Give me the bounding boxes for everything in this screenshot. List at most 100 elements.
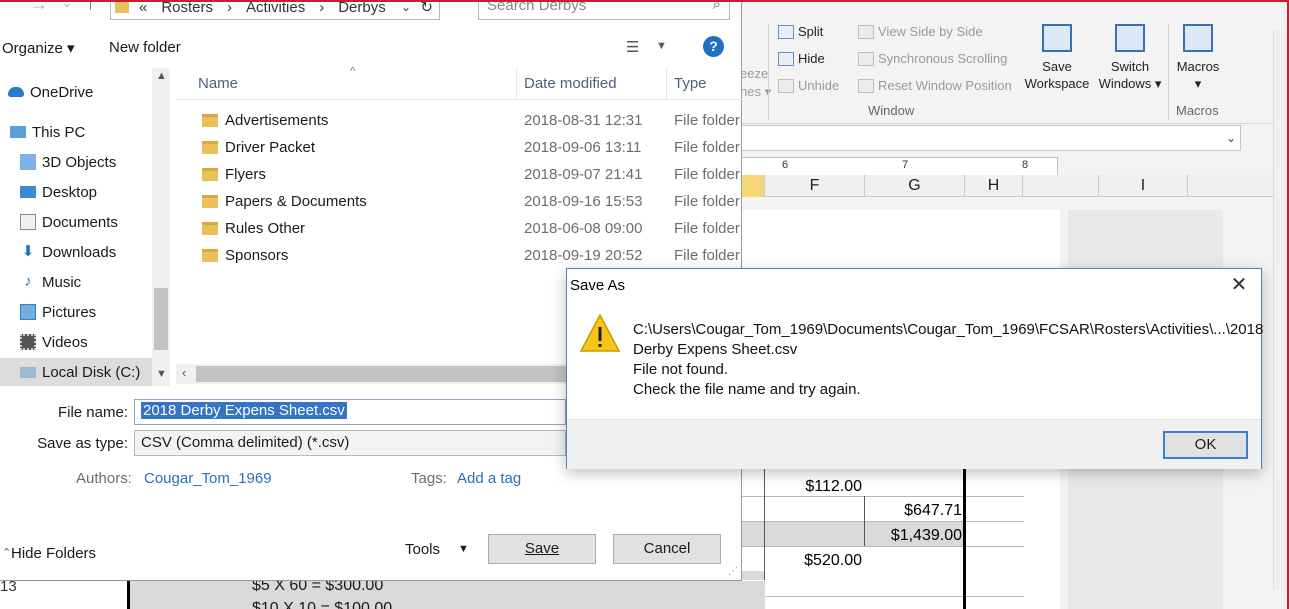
macros-button[interactable]: Macros ▾	[1170, 24, 1226, 92]
hide-folders-button[interactable]: Hide Folders	[11, 545, 96, 562]
breadcrumb-separator-icon[interactable]: ›	[319, 0, 324, 16]
nav-item-this-pc[interactable]: This PC	[0, 118, 170, 146]
authors-value[interactable]: Cougar_Tom_1969	[144, 470, 272, 487]
ok-button[interactable]: OK	[1163, 431, 1248, 459]
view-side-by-side-button[interactable]: View Side by Side	[858, 24, 983, 39]
cancel-button[interactable]: Cancel	[613, 534, 721, 564]
breadcrumb-overflow[interactable]: «	[139, 0, 147, 16]
view-dropdown-icon[interactable]: ▼	[656, 40, 667, 52]
close-icon[interactable]: ✕	[1227, 273, 1251, 297]
folder-icon	[202, 249, 218, 262]
synchronous-scrolling-button[interactable]: Synchronous Scrolling	[858, 51, 1007, 66]
hide-button[interactable]: Hide	[778, 51, 825, 66]
search-input[interactable]: Search Derbys ⌕	[478, 0, 730, 20]
refresh-icon[interactable]: ↻	[420, 0, 433, 16]
address-dropdown-icon[interactable]: ⌄	[401, 0, 411, 14]
nav-scrollbar[interactable]: ▲ ▼	[152, 68, 170, 386]
folder-icon	[202, 168, 218, 181]
column-date-modified[interactable]: Date modified	[524, 75, 617, 92]
file-type: File folder	[674, 166, 740, 183]
split-label: Split	[798, 24, 824, 39]
column-header-i[interactable]: I	[1098, 175, 1188, 197]
nav-item-desktop[interactable]: Desktop	[0, 178, 170, 206]
nav-label: Downloads	[42, 243, 117, 261]
folder-icon	[202, 195, 218, 208]
nav-label: OneDrive	[30, 83, 94, 101]
tools-dropdown-icon[interactable]: ▼	[458, 543, 469, 555]
switch-windows-button[interactable]: Switch Windows ▾	[1095, 24, 1165, 92]
split-button[interactable]: Split	[778, 24, 823, 39]
nav-item-3d-objects[interactable]: 3D Objects	[0, 148, 170, 176]
help-icon[interactable]: ?	[703, 36, 724, 57]
column-header-g[interactable]: G	[865, 175, 965, 197]
save-workspace-icon	[1042, 24, 1072, 52]
nav-scroll-thumb[interactable]	[154, 288, 168, 350]
cell-value[interactable]: $1,439.00	[866, 527, 962, 545]
organize-menu[interactable]: Organize ▾	[2, 39, 75, 57]
new-folder-button[interactable]: New folder	[109, 39, 181, 56]
file-name-label: File name:	[57, 404, 128, 421]
scroll-down-icon[interactable]: ▼	[156, 368, 167, 380]
save-workspace-button[interactable]: Save Workspace	[1022, 24, 1092, 92]
nav-item-documents[interactable]: Documents	[0, 208, 170, 236]
nav-item-videos[interactable]: Videos	[0, 328, 170, 356]
address-bar[interactable]: « Rosters › Activities › Derbys ⌄ ↻	[110, 0, 440, 20]
up-arrow-icon[interactable]: ↑	[86, 0, 95, 14]
nav-item-local-disk[interactable]: Local Disk (C:)	[0, 358, 152, 386]
hide-folders-chevron-icon[interactable]: ⌃	[2, 546, 11, 559]
forward-arrow-icon[interactable]: →	[30, 0, 48, 15]
reset-window-position-button[interactable]: Reset Window Position	[858, 78, 1012, 93]
nav-item-pictures[interactable]: Pictures	[0, 298, 170, 326]
file-date: 2018-09-16 15:53	[524, 193, 643, 210]
breadcrumb-separator-icon[interactable]: ›	[227, 0, 232, 16]
column-header-e[interactable]	[740, 175, 765, 197]
freeze-label: eeze	[740, 66, 769, 81]
column-type[interactable]: Type	[674, 75, 707, 92]
unhide-button[interactable]: Unhide	[778, 78, 839, 93]
scroll-up-icon[interactable]: ▲	[156, 70, 167, 82]
file-row[interactable]: Driver Packet 2018-09-06 13:11 File folder	[176, 135, 742, 162]
unhide-label: Unhide	[798, 78, 840, 93]
file-row[interactable]: Rules Other 2018-06-08 09:00 File folder	[176, 216, 742, 243]
horizontal-scroll-thumb[interactable]	[196, 366, 576, 382]
cell-value[interactable]: $112.00	[766, 478, 862, 496]
cell-text-partial[interactable]: $10 X 10 = $100.00	[252, 600, 392, 609]
file-row[interactable]: Sponsors 2018-09-19 20:52 File folder	[176, 243, 742, 270]
nav-item-downloads[interactable]: ⬇ Downloads	[0, 238, 170, 266]
formula-bar[interactable]	[740, 125, 1241, 151]
column-header-h[interactable]: H	[965, 175, 1023, 197]
save-label: Save	[524, 540, 560, 557]
sync-scroll-label: Synchronous Scrolling	[878, 51, 1008, 66]
picture-icon	[20, 304, 36, 320]
add-tag-link[interactable]: Add a tag	[457, 470, 521, 487]
file-row[interactable]: Advertisements 2018-08-31 12:31 File folde…	[176, 108, 742, 135]
column-header-f[interactable]: F	[765, 175, 865, 197]
file-row[interactable]: Flyers 2018-09-07 21:41 File folder	[176, 162, 742, 189]
sync-scroll-icon	[858, 51, 874, 66]
side-by-side-icon	[858, 24, 874, 39]
file-name: Papers & Documents	[225, 193, 367, 210]
cell-value[interactable]: $647.71	[866, 502, 962, 520]
nav-item-music[interactable]: ♪ Music	[0, 268, 170, 296]
freeze-panes-partial[interactable]: eeze	[740, 66, 768, 81]
column-name[interactable]: Name	[198, 75, 238, 92]
file-row[interactable]: Papers & Documents 2018-09-16 15:53 File f…	[176, 189, 742, 216]
breadcrumb-rosters[interactable]: Rosters	[161, 0, 213, 16]
excel-vertical-scrollbar[interactable]	[1273, 30, 1287, 590]
breadcrumb-derbys[interactable]: Derbys	[338, 0, 386, 16]
resize-grip-icon[interactable]: ⋰	[728, 566, 738, 577]
warning-icon	[579, 313, 621, 352]
scroll-left-icon[interactable]: ‹	[182, 365, 186, 380]
shaded-row-bottom	[129, 581, 765, 609]
breadcrumb-activities[interactable]: Activities	[246, 0, 305, 16]
cell-value[interactable]: $520.00	[766, 552, 862, 570]
tools-menu[interactable]: Tools	[405, 541, 440, 558]
freeze-panes-partial-2[interactable]: nes ▾	[740, 84, 771, 100]
file-name-input[interactable]: 2018 Derby Expens Sheet.csv	[134, 399, 566, 425]
folder-icon	[115, 1, 129, 13]
save-as-type-select[interactable]: CSV (Comma delimited) (*.csv)	[134, 430, 566, 456]
nav-item-onedrive[interactable]: OneDrive	[0, 78, 170, 106]
view-options-icon[interactable]: ☰	[626, 38, 639, 56]
save-button[interactable]: Save	[488, 534, 596, 564]
formula-expand-icon[interactable]: ⌄	[1221, 127, 1241, 149]
